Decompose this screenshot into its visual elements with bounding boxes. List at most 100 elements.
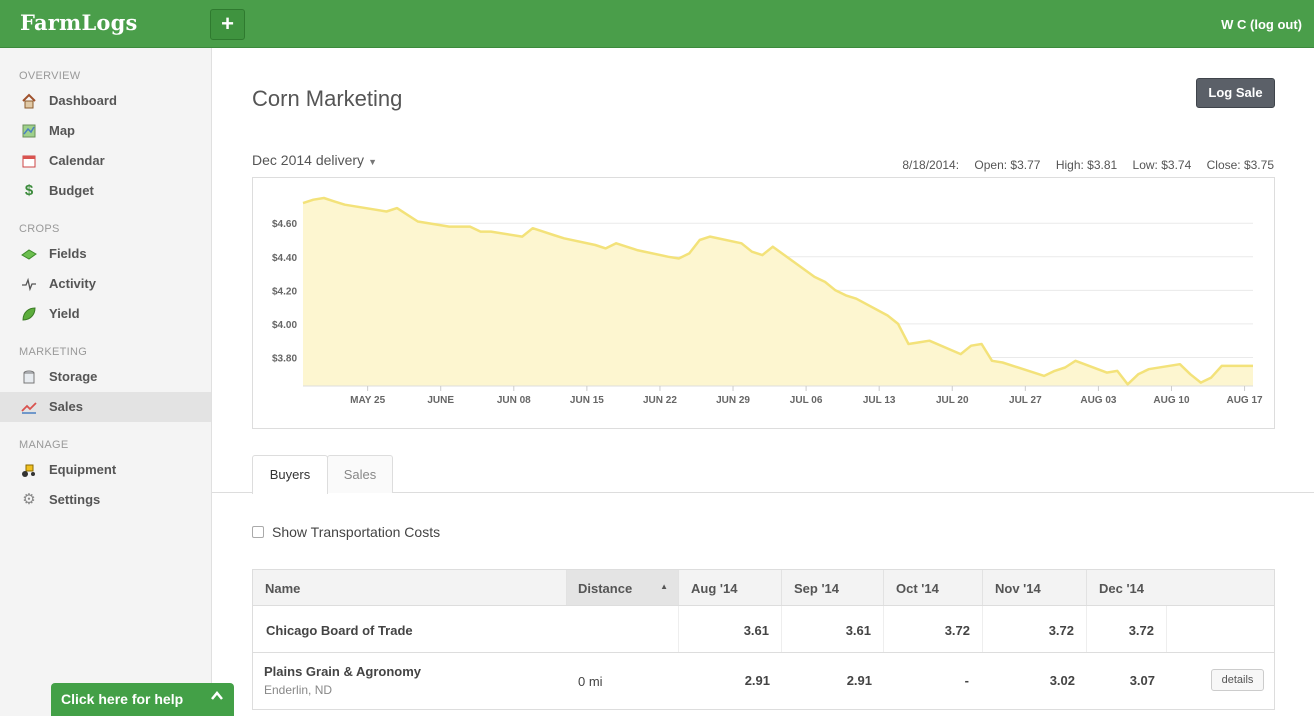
sidebar-item-settings[interactable]: ⚙ Settings [0, 485, 211, 515]
sidebar-item-label: Map [49, 123, 75, 138]
quote-low: Low: $3.74 [1132, 158, 1192, 172]
details-button[interactable]: details [1211, 669, 1264, 691]
app-logo[interactable]: FarmLogs [20, 10, 138, 35]
house-icon [21, 93, 37, 109]
calendar-icon [21, 153, 37, 169]
sidebar-item-label: Settings [49, 492, 101, 507]
sidebar-item-yield[interactable]: Yield [0, 299, 211, 329]
cbot-nov: 3.72 [983, 606, 1087, 652]
col-name[interactable]: Name [253, 570, 567, 605]
x-tick-label: MAY 25 [350, 395, 385, 406]
transport-costs-toggle[interactable]: Show Transportation Costs [252, 524, 440, 540]
delivery-label: Dec 2014 delivery [252, 152, 365, 168]
sidebar-item-label: Budget [49, 183, 94, 198]
table-row-cbot: Chicago Board of Trade 3.61 3.61 3.72 3.… [253, 606, 1274, 653]
sidebar-item-label: Sales [49, 399, 83, 414]
price-chart-svg: $4.60 $4.40 $4.20 $4.00 $3.80 MAY 25 JUNE JUN 0… [272, 196, 1263, 406]
sidebar-heading-overview: OVERVIEW [19, 70, 81, 82]
y-tick-label: $4.20 [272, 286, 297, 297]
sidebar: OVERVIEW Dashboard Map Calendar $ Budget… [0, 48, 212, 716]
tab-sales[interactable]: Sales [327, 455, 393, 493]
x-tick-label: JUL 20 [936, 395, 969, 406]
sort-asc-icon: ▲ [660, 582, 668, 591]
dollar-icon: $ [24, 182, 34, 199]
sidebar-item-activity[interactable]: Activity [0, 269, 211, 299]
cbot-distance [567, 606, 679, 652]
checkbox-label: Show Transportation Costs [272, 524, 441, 540]
tractor-icon [21, 462, 37, 478]
col-aug[interactable]: Aug '14 [679, 570, 782, 605]
col-nov[interactable]: Nov '14 [983, 570, 1087, 605]
storage-bin-icon [21, 369, 37, 385]
cbot-sep: 3.61 [782, 606, 884, 652]
col-sep[interactable]: Sep '14 [782, 570, 884, 605]
buyer-aug: 2.91 [744, 673, 770, 688]
sidebar-item-label: Activity [49, 276, 96, 291]
sidebar-item-sales[interactable]: Sales [0, 392, 211, 422]
log-sale-button[interactable]: Log Sale [1196, 78, 1275, 108]
sidebar-item-fields[interactable]: Fields [0, 239, 211, 269]
x-tick-label: JUN 29 [716, 395, 750, 406]
user-logout-link[interactable]: W C (log out) [1221, 17, 1302, 32]
cbot-aug: 3.61 [679, 606, 782, 652]
sidebar-heading-crops: CROPS [19, 223, 60, 235]
main-content: Corn Marketing Log Sale Dec 2014 deliver… [212, 48, 1314, 716]
sidebar-item-label: Calendar [49, 153, 105, 168]
buyers-table: Name Distance ▲ Aug '14 Sep '14 Oct '14 … [252, 569, 1275, 710]
quote-date: 8/18/2014: [902, 158, 960, 172]
x-tick-label: AUG 17 [1226, 395, 1263, 406]
x-tick-label: JUN 15 [570, 395, 604, 406]
help-button[interactable]: Click here for help [51, 683, 234, 716]
quote-close: Close: $3.75 [1206, 158, 1274, 172]
quote-open: Open: $3.77 [974, 158, 1041, 172]
x-tick-label: JUNE [427, 395, 454, 406]
map-icon [21, 123, 37, 139]
buyer-nov: 3.02 [1049, 673, 1075, 688]
sidebar-item-calendar[interactable]: Calendar [0, 146, 211, 176]
cbot-oct: 3.72 [884, 606, 983, 652]
x-tick-label: JUL 06 [790, 395, 823, 406]
sidebar-item-map[interactable]: Map [0, 116, 211, 146]
y-tick-label: $4.40 [272, 253, 297, 264]
page-title: Corn Marketing [252, 86, 403, 111]
cbot-name: Chicago Board of Trade [266, 623, 413, 638]
buyer-distance: 0 mi [578, 674, 603, 689]
buyer-name[interactable]: Plains Grain & Agronomy [264, 664, 567, 679]
leaf-icon [21, 306, 37, 322]
sidebar-heading-marketing: MARKETING [19, 346, 88, 358]
sidebar-item-budget[interactable]: $ Budget [0, 176, 211, 206]
sidebar-heading-manage: MANAGE [19, 439, 69, 451]
y-tick-label: $4.00 [272, 320, 297, 331]
sidebar-item-storage[interactable]: Storage [0, 362, 211, 392]
buyer-sep: 2.91 [846, 673, 872, 688]
buyer-location: Enderlin, ND [264, 683, 333, 697]
gear-icon: ⚙ [22, 491, 36, 508]
sidebar-item-dashboard[interactable]: Dashboard [0, 86, 211, 116]
add-button[interactable]: + [210, 9, 245, 40]
col-dec[interactable]: Dec '14 [1087, 570, 1275, 605]
chevron-up-icon [210, 689, 224, 708]
activity-icon [21, 276, 37, 292]
x-tick-label: JUN 22 [643, 395, 677, 406]
tab-buyers[interactable]: Buyers [252, 455, 328, 494]
price-chart[interactable]: $4.60 $4.40 $4.20 $4.00 $3.80 MAY 25 JUNE JUN 0… [252, 177, 1275, 429]
col-distance[interactable]: Distance ▲ [567, 570, 679, 605]
transport-costs-checkbox[interactable] [252, 526, 264, 538]
buyer-dec: 3.07 [1129, 673, 1155, 688]
cbot-dec: 3.72 [1087, 606, 1167, 652]
help-label: Click here for help [61, 691, 184, 707]
sidebar-item-equipment[interactable]: Equipment [0, 455, 211, 485]
sidebar-item-label: Storage [49, 369, 98, 384]
y-tick-label: $4.60 [272, 219, 297, 230]
quote-high: High: $3.81 [1055, 158, 1118, 172]
x-tick-label: JUL 13 [863, 395, 896, 406]
x-tick-label: AUG 10 [1153, 395, 1190, 406]
sidebar-item-label: Fields [49, 246, 87, 261]
price-quote: 8/18/2014: Open: $3.77 High: $3.81 Low: … [890, 158, 1274, 172]
delivery-dropdown[interactable]: Dec 2014 delivery ▼ [252, 152, 377, 168]
col-oct[interactable]: Oct '14 [884, 570, 983, 605]
table-row[interactable]: Plains Grain & Agronomy Enderlin, ND 0 m… [253, 653, 1274, 709]
buyer-cell: Plains Grain & Agronomy Enderlin, ND [253, 653, 567, 709]
sidebar-item-label: Dashboard [49, 93, 117, 108]
buyer-oct: - [964, 673, 969, 688]
